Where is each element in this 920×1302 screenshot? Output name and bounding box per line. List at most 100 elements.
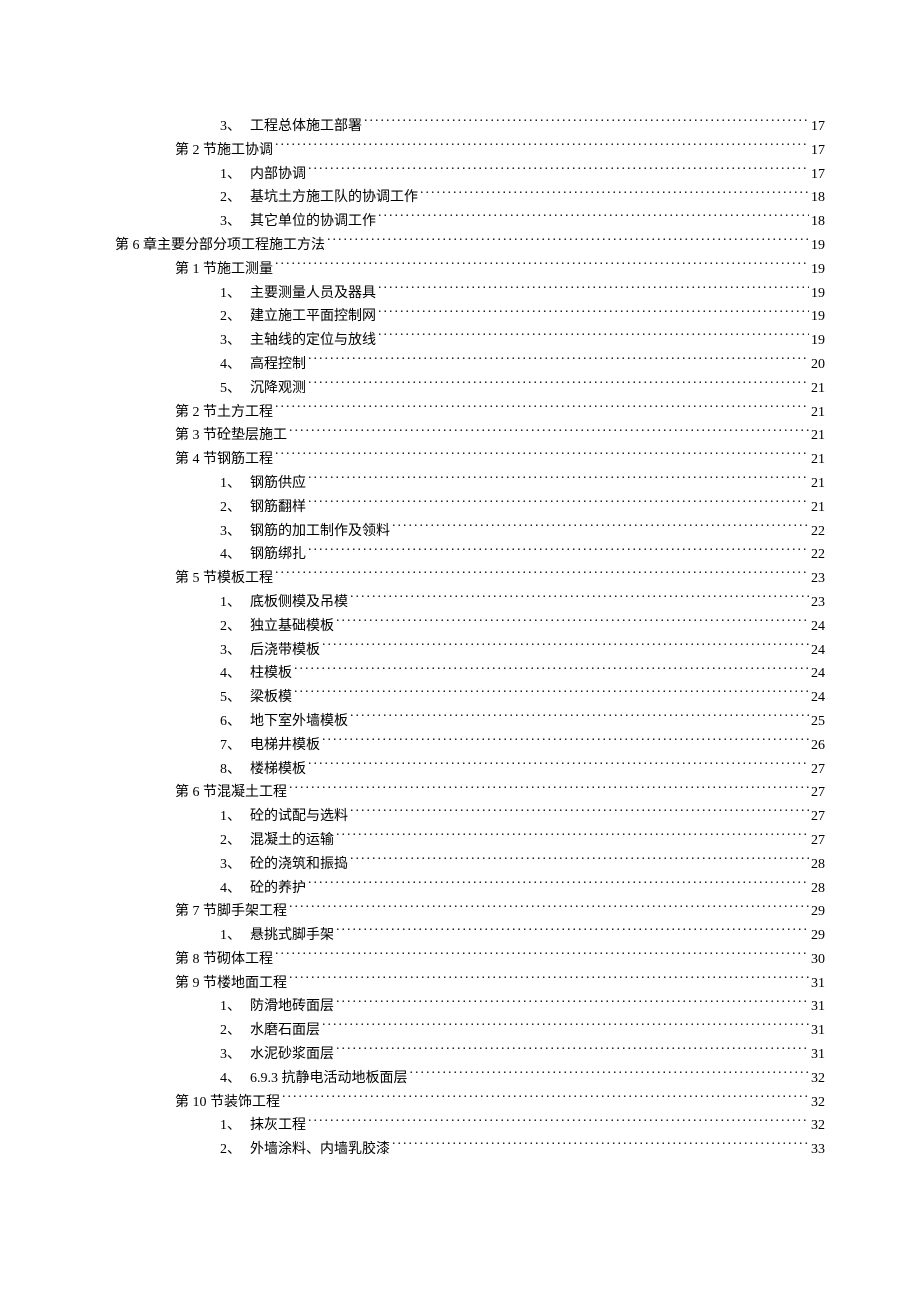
toc-entry-title: 抹灰工程	[250, 1114, 306, 1138]
toc-leader-dots	[289, 973, 809, 987]
toc-leader-dots	[322, 735, 809, 749]
toc-entry-title: 6.9.3 抗静电活动地板面层	[250, 1067, 408, 1091]
toc-leader-dots	[275, 140, 809, 154]
toc-entry-title: 电梯井模板	[250, 734, 320, 758]
toc-entry: 第 4 节 钢筋工程21	[115, 448, 825, 472]
toc-leader-dots	[420, 187, 809, 201]
toc-entry-title: 沉降观测	[250, 377, 306, 401]
toc-entry: 5、梁板模 24	[115, 686, 825, 710]
toc-entry-page: 24	[811, 686, 825, 710]
toc-entry-title: 楼地面工程	[217, 972, 287, 996]
toc-entry-page: 22	[811, 520, 825, 544]
toc-entry-title: 防滑地砖面层	[250, 995, 334, 1019]
toc-entry-title: 主要分部分项工程施工方法	[157, 234, 325, 258]
toc-entry-page: 27	[811, 781, 825, 805]
toc-entry-title: 施工测量	[217, 258, 273, 282]
toc-entry-title: 砌体工程	[217, 948, 273, 972]
toc-entry-number: 4、	[220, 353, 250, 377]
toc-entry: 4、钢筋绑扎 22	[115, 543, 825, 567]
toc-entry-page: 19	[811, 282, 825, 306]
toc-entry-page: 21	[811, 472, 825, 496]
toc-entry: 第 7 节 脚手架工程29	[115, 900, 825, 924]
toc-entry-number: 5、	[220, 377, 250, 401]
toc-entry-title: 钢筋供应	[250, 472, 306, 496]
toc-leader-dots	[392, 1139, 809, 1153]
toc-entry-page: 27	[811, 805, 825, 829]
toc-entry: 2、建立施工平面控制网19	[115, 305, 825, 329]
toc-entry-page: 31	[811, 972, 825, 996]
toc-entry-number: 5、	[220, 686, 250, 710]
toc-leader-dots	[350, 592, 809, 606]
toc-entry-page: 29	[811, 924, 825, 948]
toc-entry-page: 32	[811, 1114, 825, 1138]
toc-entry-number: 1、	[220, 1114, 250, 1138]
toc-entry-number: 4、	[220, 543, 250, 567]
toc-entry-title: 土方工程	[217, 401, 273, 425]
toc-entry: 第 2 节 施工协调17	[115, 139, 825, 163]
toc-entry-number: 2、	[220, 1138, 250, 1162]
toc-entry-title: 砼的试配与选料	[250, 805, 348, 829]
toc-entry-page: 31	[811, 1043, 825, 1067]
toc-entry: 2、水磨石面层31	[115, 1019, 825, 1043]
toc-entry-number: 第 3 节	[175, 424, 217, 448]
toc-leader-dots	[289, 425, 809, 439]
toc-entry: 3、工程总体施工部署17	[115, 115, 825, 139]
toc-entry: 1、砼的试配与选料27	[115, 805, 825, 829]
toc-leader-dots	[275, 259, 809, 273]
toc-entry: 2、独立基础模板24	[115, 615, 825, 639]
toc-entry-title: 混凝土工程	[217, 781, 287, 805]
toc-entry-page: 21	[811, 424, 825, 448]
toc-leader-dots	[308, 878, 809, 892]
toc-entry-number: 1、	[220, 995, 250, 1019]
toc-entry-number: 3、	[220, 210, 250, 234]
toc-entry: 4、柱模板24	[115, 662, 825, 686]
toc-entry-title: 梁板模	[250, 686, 292, 710]
toc-entry-page: 24	[811, 615, 825, 639]
toc-entry-page: 19	[811, 234, 825, 258]
toc-entry: 2、钢筋翻样21	[115, 496, 825, 520]
toc-entry: 第 9 节 楼地面工程31	[115, 972, 825, 996]
toc-entry-title: 楼梯模板	[250, 758, 306, 782]
toc-leader-dots	[275, 402, 809, 416]
toc-entry-title: 脚手架工程	[217, 900, 287, 924]
toc-entry-page: 18	[811, 186, 825, 210]
toc-leader-dots	[378, 330, 809, 344]
toc-entry-page: 19	[811, 329, 825, 353]
toc-entry-page: 18	[811, 210, 825, 234]
toc-entry: 1、防滑地砖面层 31	[115, 995, 825, 1019]
toc-entry: 第 8 节 砌体工程30	[115, 948, 825, 972]
toc-leader-dots	[350, 711, 809, 725]
toc-entry: 2、外墙涂料、内墙乳胶漆33	[115, 1138, 825, 1162]
toc-leader-dots	[308, 473, 809, 487]
toc-entry: 第 5 节 模板工程23	[115, 567, 825, 591]
toc-entry-page: 32	[811, 1091, 825, 1115]
toc-entry-title: 基坑土方施工队的协调工作	[250, 186, 418, 210]
toc-leader-dots	[294, 663, 809, 677]
toc-entry-page: 31	[811, 995, 825, 1019]
toc-entry-title: 钢筋绑扎	[250, 543, 306, 567]
toc-entry: 3、钢筋的加工制作及领料22	[115, 520, 825, 544]
toc-entry-page: 28	[811, 853, 825, 877]
toc-entry-number: 1、	[220, 472, 250, 496]
toc-entry: 第 1 节 施工测量19	[115, 258, 825, 282]
toc-entry: 3、水泥砂浆面层31	[115, 1043, 825, 1067]
toc-entry-number: 第 10 节	[175, 1091, 224, 1115]
toc-entry-number: 4、	[220, 877, 250, 901]
toc-entry-title: 柱模板	[250, 662, 292, 686]
toc-entry-title: 水泥砂浆面层	[250, 1043, 334, 1067]
toc-entry-title: 悬挑式脚手架	[250, 924, 334, 948]
toc-leader-dots	[378, 306, 809, 320]
toc-entry-page: 17	[811, 163, 825, 187]
toc-entry-page: 20	[811, 353, 825, 377]
toc-leader-dots	[308, 759, 809, 773]
toc-leader-dots	[378, 283, 809, 297]
toc-entry-page: 22	[811, 543, 825, 567]
toc-entry: 3、其它单位的协调工作18	[115, 210, 825, 234]
toc-entry-number: 3、	[220, 853, 250, 877]
toc-leader-dots	[308, 164, 809, 178]
toc-entry-number: 1、	[220, 591, 250, 615]
toc-leader-dots	[308, 544, 809, 558]
toc-leader-dots	[275, 949, 809, 963]
toc-entry-number: 2、	[220, 1019, 250, 1043]
toc-entry-number: 1、	[220, 163, 250, 187]
